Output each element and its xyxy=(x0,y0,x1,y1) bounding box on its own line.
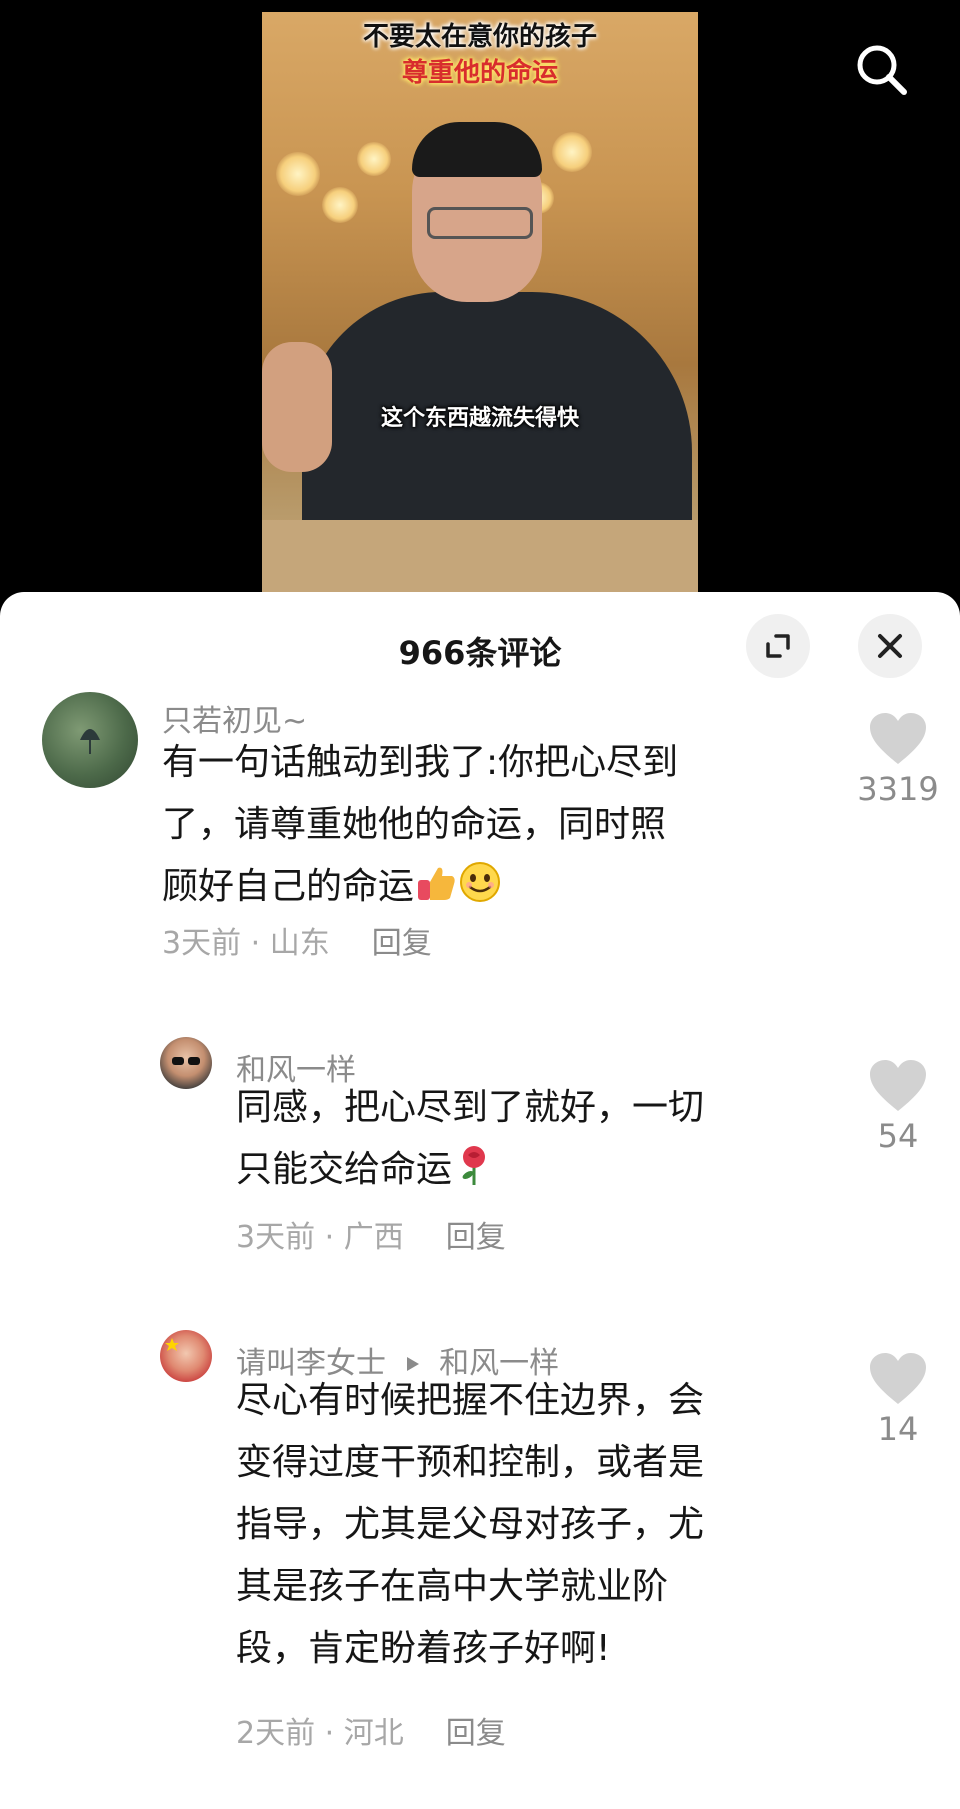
heart-icon xyxy=(870,1060,926,1111)
video-caption-line1: 不要太在意你的孩子 xyxy=(362,22,597,52)
reply-item: 和风一样 同感，把心尽到了就好，一切 只能交给命运 3天前 · 广西 回复 54 xyxy=(0,1037,960,1307)
like-button[interactable]: 3319 xyxy=(838,712,958,808)
like-button[interactable]: 54 xyxy=(838,1059,958,1155)
sunglasses-icon xyxy=(172,1057,200,1065)
close-icon xyxy=(878,634,902,658)
heart-icon xyxy=(870,1353,926,1404)
collapse-expand-icon xyxy=(766,634,790,658)
like-count: 14 xyxy=(877,1410,919,1448)
heart-icon xyxy=(870,713,926,764)
bokeh-light xyxy=(322,187,358,223)
comment-time-location: 2天前 · 河北 xyxy=(236,1716,404,1751)
bokeh-light xyxy=(357,142,391,176)
expand-button[interactable] xyxy=(746,614,810,678)
comment-text-line: 了，请尊重她他的命运，同时照 xyxy=(162,804,667,845)
bokeh-light xyxy=(552,132,592,172)
comment-text-line: 尽心有时候把握不住边界，会 xyxy=(236,1380,705,1421)
wind-chime-icon xyxy=(80,729,100,754)
comment-text-line: 只能交给命运 xyxy=(236,1139,704,1201)
smile-emoji xyxy=(460,862,501,902)
rose-emoji xyxy=(462,1146,486,1185)
like-button[interactable]: 14 xyxy=(838,1352,958,1448)
thumbs-up-emoji xyxy=(418,867,455,900)
search-button[interactable] xyxy=(852,40,912,100)
search-icon xyxy=(857,45,907,95)
avatar[interactable] xyxy=(42,692,138,788)
comments-count-title: 966条评论 xyxy=(398,634,562,672)
comments-panel: 966条评论 只若初见~ 有一句话触动到我了:你把心尽到 了，请尊重她他的命运，… xyxy=(0,592,960,1809)
video-frame[interactable]: 不要太在意你的孩子 尊重他的命运 这个东西越流失得快 xyxy=(262,12,698,600)
reply-button[interactable]: 回复 xyxy=(446,1716,506,1751)
comment-text-line: 有一句话触动到我了:你把心尽到 xyxy=(162,742,679,783)
comment-text-line: 其是孩子在高中大学就业阶 xyxy=(236,1566,669,1607)
reply-item: 请叫李女士 和风一样 尽心有时候把握不住边界，会 变得过度干预和控制，或者是 指… xyxy=(0,1330,960,1790)
comment-text-line: 顾好自己的命运 xyxy=(162,856,678,918)
comment-text-segment: 只能交给命运 xyxy=(236,1149,453,1190)
video-caption-line2: 尊重他的命运 xyxy=(401,58,558,88)
comment-time-location: 3天前 · 广西 xyxy=(236,1220,404,1255)
flag-star-icon xyxy=(165,1338,179,1351)
comment-text: 尽心有时候把握不住边界，会 变得过度干预和控制，或者是 指导，尤其是父母对孩子，… xyxy=(236,1370,704,1680)
close-button[interactable] xyxy=(858,614,922,678)
comment-meta: 3天前 · 山东 回复 xyxy=(162,918,432,962)
reply-button[interactable]: 回复 xyxy=(372,926,432,961)
comment-text-segment: 顾好自己的命运 xyxy=(162,866,415,907)
comment-time-location: 3天前 · 山东 xyxy=(162,926,330,961)
presenter-hair xyxy=(412,122,542,177)
video-subtitle: 这个东西越流失得快 xyxy=(380,406,579,431)
comment-item: 只若初见~ 有一句话触动到我了:你把心尽到 了，请尊重她他的命运，同时照 顾好自… xyxy=(0,682,960,1002)
avatar[interactable] xyxy=(160,1330,212,1382)
avatar[interactable] xyxy=(160,1037,212,1089)
video-floor xyxy=(262,520,698,600)
comment-meta: 2天前 · 河北 回复 xyxy=(236,1708,506,1752)
presenter-glasses xyxy=(427,207,533,239)
comment-text-line: 段，肯定盼着孩子好啊! xyxy=(236,1628,611,1669)
video-player[interactable]: 不要太在意你的孩子 尊重他的命运 这个东西越流失得快 xyxy=(0,0,960,600)
reply-button[interactable]: 回复 xyxy=(446,1220,506,1255)
comment-text-line: 同感，把心尽到了就好，一切 xyxy=(236,1087,705,1128)
bokeh-light xyxy=(276,152,320,196)
like-count: 54 xyxy=(877,1117,919,1155)
like-count: 3319 xyxy=(857,770,939,808)
comment-meta: 3天前 · 广西 回复 xyxy=(236,1212,506,1256)
comment-text: 有一句话触动到我了:你把心尽到 了，请尊重她他的命运，同时照 顾好自己的命运 xyxy=(162,732,678,918)
comment-text-line: 变得过度干预和控制，或者是 xyxy=(236,1442,705,1483)
comment-text: 同感，把心尽到了就好，一切 只能交给命运 xyxy=(236,1077,704,1201)
comment-text-line: 指导，尤其是父母对孩子，尤 xyxy=(236,1504,705,1545)
